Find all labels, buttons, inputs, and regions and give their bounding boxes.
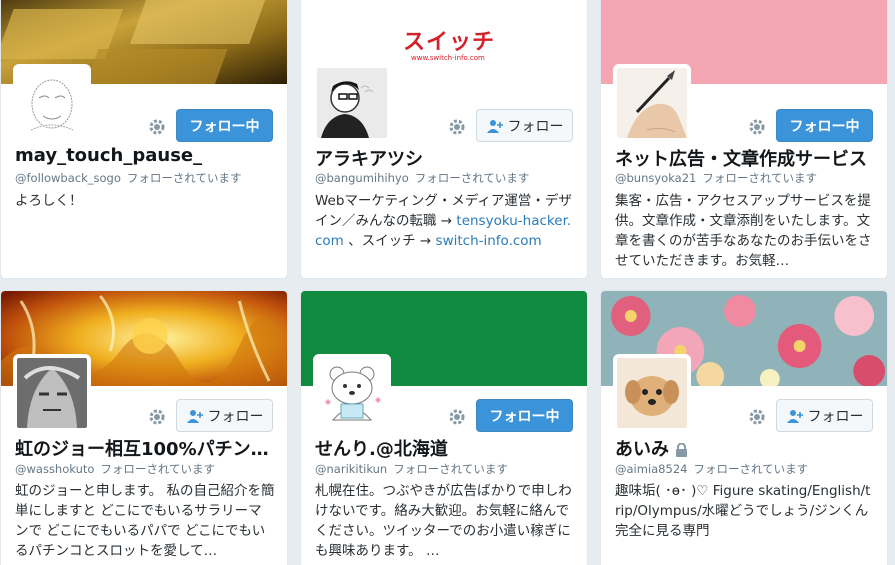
- user-meta: @followback_sogo フォローされています: [15, 170, 242, 186]
- following-button[interactable]: フォロー中: [176, 109, 273, 142]
- gear-icon[interactable]: [747, 407, 767, 427]
- follows-you-label: フォローされています: [693, 462, 809, 476]
- user-meta: @bunsyoka21 フォローされています: [615, 170, 817, 186]
- user-card[interactable]: フォロー 虹のジョー相互100%パチン… @wasshokuto フォローされてい…: [0, 290, 288, 565]
- follows-you-label: フォローされています: [393, 462, 508, 476]
- display-name[interactable]: ネット広告・文章作成サービス: [615, 145, 877, 171]
- bio: よろしく！: [15, 193, 83, 209]
- user-card[interactable]: フォロー中 ネット広告・文章作成サービス @bunsyoka21 フォローされてい…: [600, 0, 888, 279]
- person-add-icon: [786, 409, 803, 423]
- follow-label: フォロー: [507, 118, 564, 135]
- avatar[interactable]: [13, 64, 91, 142]
- gear-icon[interactable]: [147, 407, 167, 427]
- bio: 趣味垢( ･ө･ )♡ Figure skating/English/trip/…: [615, 483, 871, 539]
- handle[interactable]: @bangumihihyo: [315, 171, 409, 185]
- follow-label: フォロー: [807, 408, 864, 425]
- gear-icon[interactable]: [447, 407, 467, 427]
- user-card[interactable]: フォロー中 may_touch_pause_ @followback_sogo フ…: [0, 0, 288, 279]
- user-card[interactable]: フォロー中 せんり.@北海道 @narikitikun フォローされています 札幌…: [300, 290, 588, 565]
- follows-you-label: フォローされています: [126, 171, 242, 185]
- avatar[interactable]: [313, 64, 391, 142]
- avatar[interactable]: [13, 354, 91, 432]
- user-meta: @bangumihihyo フォローされています: [315, 170, 529, 186]
- follows-you-label: フォローされています: [702, 171, 818, 185]
- follow-button[interactable]: フォロー: [776, 399, 873, 432]
- bio: Webマーケティング・メディア運営・デザイン／みんなの転職 → tensyoku…: [315, 193, 572, 249]
- person-add-icon: [186, 409, 203, 423]
- follow-label: フォロー: [207, 408, 264, 425]
- user-card[interactable]: スイッチ www.switch-info.com フォロー アラキアツシ @ba…: [300, 0, 588, 279]
- handle[interactable]: @narikitikun: [315, 462, 387, 476]
- display-name[interactable]: 虹のジョー相互100%パチン…: [15, 435, 277, 461]
- bio: 集客・広告・アクセスアップサービスを提供。文章作成・文章添削をいたします。文章を…: [615, 193, 872, 269]
- avatar[interactable]: [613, 64, 691, 142]
- follows-you-label: フォローされています: [100, 462, 216, 476]
- handle[interactable]: @followback_sogo: [15, 171, 121, 185]
- following-button[interactable]: フォロー中: [476, 399, 573, 432]
- bio-link-switch[interactable]: switch-info.com: [436, 233, 542, 249]
- gear-icon[interactable]: [447, 117, 467, 137]
- lock-icon: [676, 443, 687, 457]
- user-meta: @aimia8524 フォローされています: [615, 461, 808, 477]
- follow-button[interactable]: フォロー: [176, 399, 273, 432]
- follow-button[interactable]: フォロー: [476, 109, 573, 142]
- follows-you-label: フォローされています: [414, 171, 530, 185]
- banner-logo: スイッチ: [403, 30, 496, 55]
- following-button[interactable]: フォロー中: [776, 109, 873, 142]
- user-card[interactable]: フォロー あいみ @aimia8524 フォローされています 趣味垢( ･ө･ )…: [600, 290, 888, 565]
- user-meta: @narikitikun フォローされています: [315, 461, 508, 477]
- person-add-icon: [486, 119, 503, 133]
- banner-url: www.switch-info.com: [411, 54, 485, 62]
- gear-icon[interactable]: [147, 117, 167, 137]
- user-meta: @wasshokuto フォローされています: [15, 461, 215, 477]
- display-name[interactable]: あいみ: [615, 435, 877, 461]
- avatar[interactable]: [613, 354, 691, 432]
- bio: 札幌在住。つぶやきが広告ばかりで申しわけないです。絡み大歓迎。お気軽に絡んでくだ…: [315, 483, 572, 559]
- bio: 虹のジョーと申します。 私の自己紹介を簡単にしますと どこにでもいるサラリーマン…: [15, 483, 275, 559]
- follower-grid: フォロー中 may_touch_pause_ @followback_sogo フ…: [0, 0, 895, 565]
- gear-icon[interactable]: [747, 117, 767, 137]
- avatar[interactable]: [313, 354, 391, 432]
- handle[interactable]: @wasshokuto: [15, 462, 94, 476]
- handle[interactable]: @aimia8524: [615, 462, 687, 476]
- handle[interactable]: @bunsyoka21: [615, 171, 696, 185]
- display-name[interactable]: せんり.@北海道: [315, 435, 577, 461]
- display-name[interactable]: may_touch_pause_: [15, 145, 277, 166]
- display-name[interactable]: アラキアツシ: [315, 145, 577, 171]
